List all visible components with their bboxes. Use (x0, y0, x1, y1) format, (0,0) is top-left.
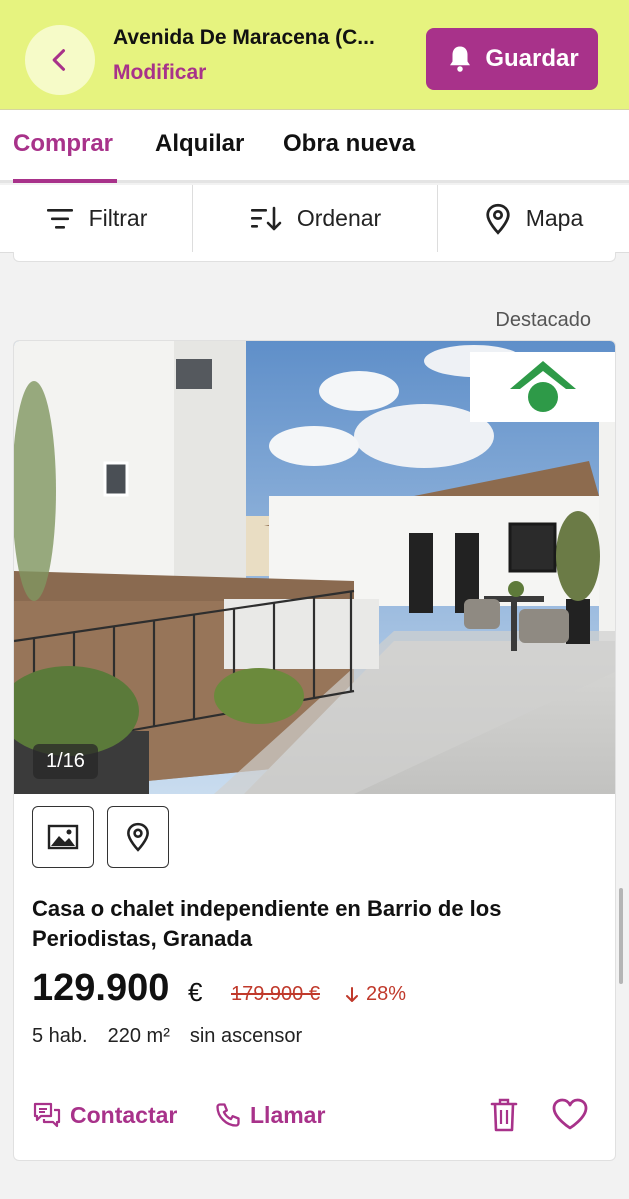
price-currency: € (188, 977, 203, 1007)
search-location-title: Avenida De Maracena (C... (113, 26, 375, 49)
modify-search-link[interactable]: Modificar (113, 61, 206, 85)
discard-button[interactable] (488, 1097, 520, 1138)
top-bar: Avenida De Maracena (C... Modificar Guar… (0, 0, 629, 110)
listing-features: 5 hab. 220 m² sin ascensor (32, 1025, 302, 1048)
previous-listing-card (13, 252, 616, 262)
chevron-left-icon (52, 49, 66, 71)
gallery-button[interactable] (32, 806, 94, 868)
arrow-down-icon (346, 986, 358, 1002)
results-toolbar: Filtrar Ordenar Mapa (0, 185, 629, 253)
tab-obra-nueva[interactable]: Obra nueva (283, 130, 415, 158)
sort-label: Ordenar (296, 205, 382, 231)
listing-actions: Contactar Llamar (14, 1093, 615, 1143)
listing-card[interactable]: 1/16 Casa o chalet independiente en Barr… (13, 340, 616, 1161)
price-drop: 28% (344, 983, 406, 1006)
photo-counter: 1/16 (33, 744, 98, 779)
contact-label: Contactar (70, 1101, 178, 1128)
filter-button[interactable]: Filtrar (0, 185, 193, 252)
phone-icon (216, 1103, 240, 1127)
image-icon (47, 824, 79, 850)
back-button[interactable] (25, 25, 95, 95)
location-button[interactable] (107, 806, 169, 868)
listing-title[interactable]: Casa o chalet independiente en Barrio de… (32, 894, 602, 954)
feature-area: 220 m² (107, 1025, 170, 1047)
heart-icon (552, 1098, 588, 1130)
active-tab-indicator (13, 179, 117, 183)
featured-label: Destacado (495, 309, 591, 331)
tab-alquilar[interactable]: Alquilar (155, 130, 244, 158)
listing-price: 129.900 (32, 967, 170, 1009)
call-label: Llamar (250, 1101, 326, 1128)
favorite-button[interactable] (551, 1097, 589, 1136)
map-button[interactable]: Mapa (438, 185, 629, 252)
save-button-label: Guardar (485, 45, 579, 72)
agency-logo (470, 352, 615, 422)
feature-elevator: sin ascensor (189, 1025, 303, 1047)
map-label: Mapa (525, 205, 584, 231)
contact-button[interactable]: Contactar (32, 1101, 177, 1129)
chat-icon (33, 1102, 61, 1128)
call-button[interactable]: Llamar (214, 1101, 325, 1129)
bell-icon (450, 46, 471, 72)
sort-button[interactable]: Ordenar (193, 185, 438, 252)
trash-icon (490, 1098, 518, 1132)
map-pin-icon (127, 822, 149, 852)
old-price: 179.900 € (231, 983, 320, 1005)
discount-percent: 28% (366, 983, 407, 1005)
listing-photo[interactable]: 1/16 (14, 341, 615, 794)
tab-comprar[interactable]: Comprar (13, 130, 113, 158)
page-scrollbar[interactable] (619, 888, 623, 984)
feature-rooms: 5 hab. (32, 1025, 88, 1047)
filter-icon (46, 208, 73, 229)
sort-icon (250, 206, 282, 230)
map-pin-icon (486, 203, 510, 235)
save-search-button[interactable]: Guardar (426, 28, 598, 90)
operation-tabs: Comprar Alquilar Obra nueva (0, 110, 629, 183)
filter-label: Filtrar (88, 205, 148, 231)
